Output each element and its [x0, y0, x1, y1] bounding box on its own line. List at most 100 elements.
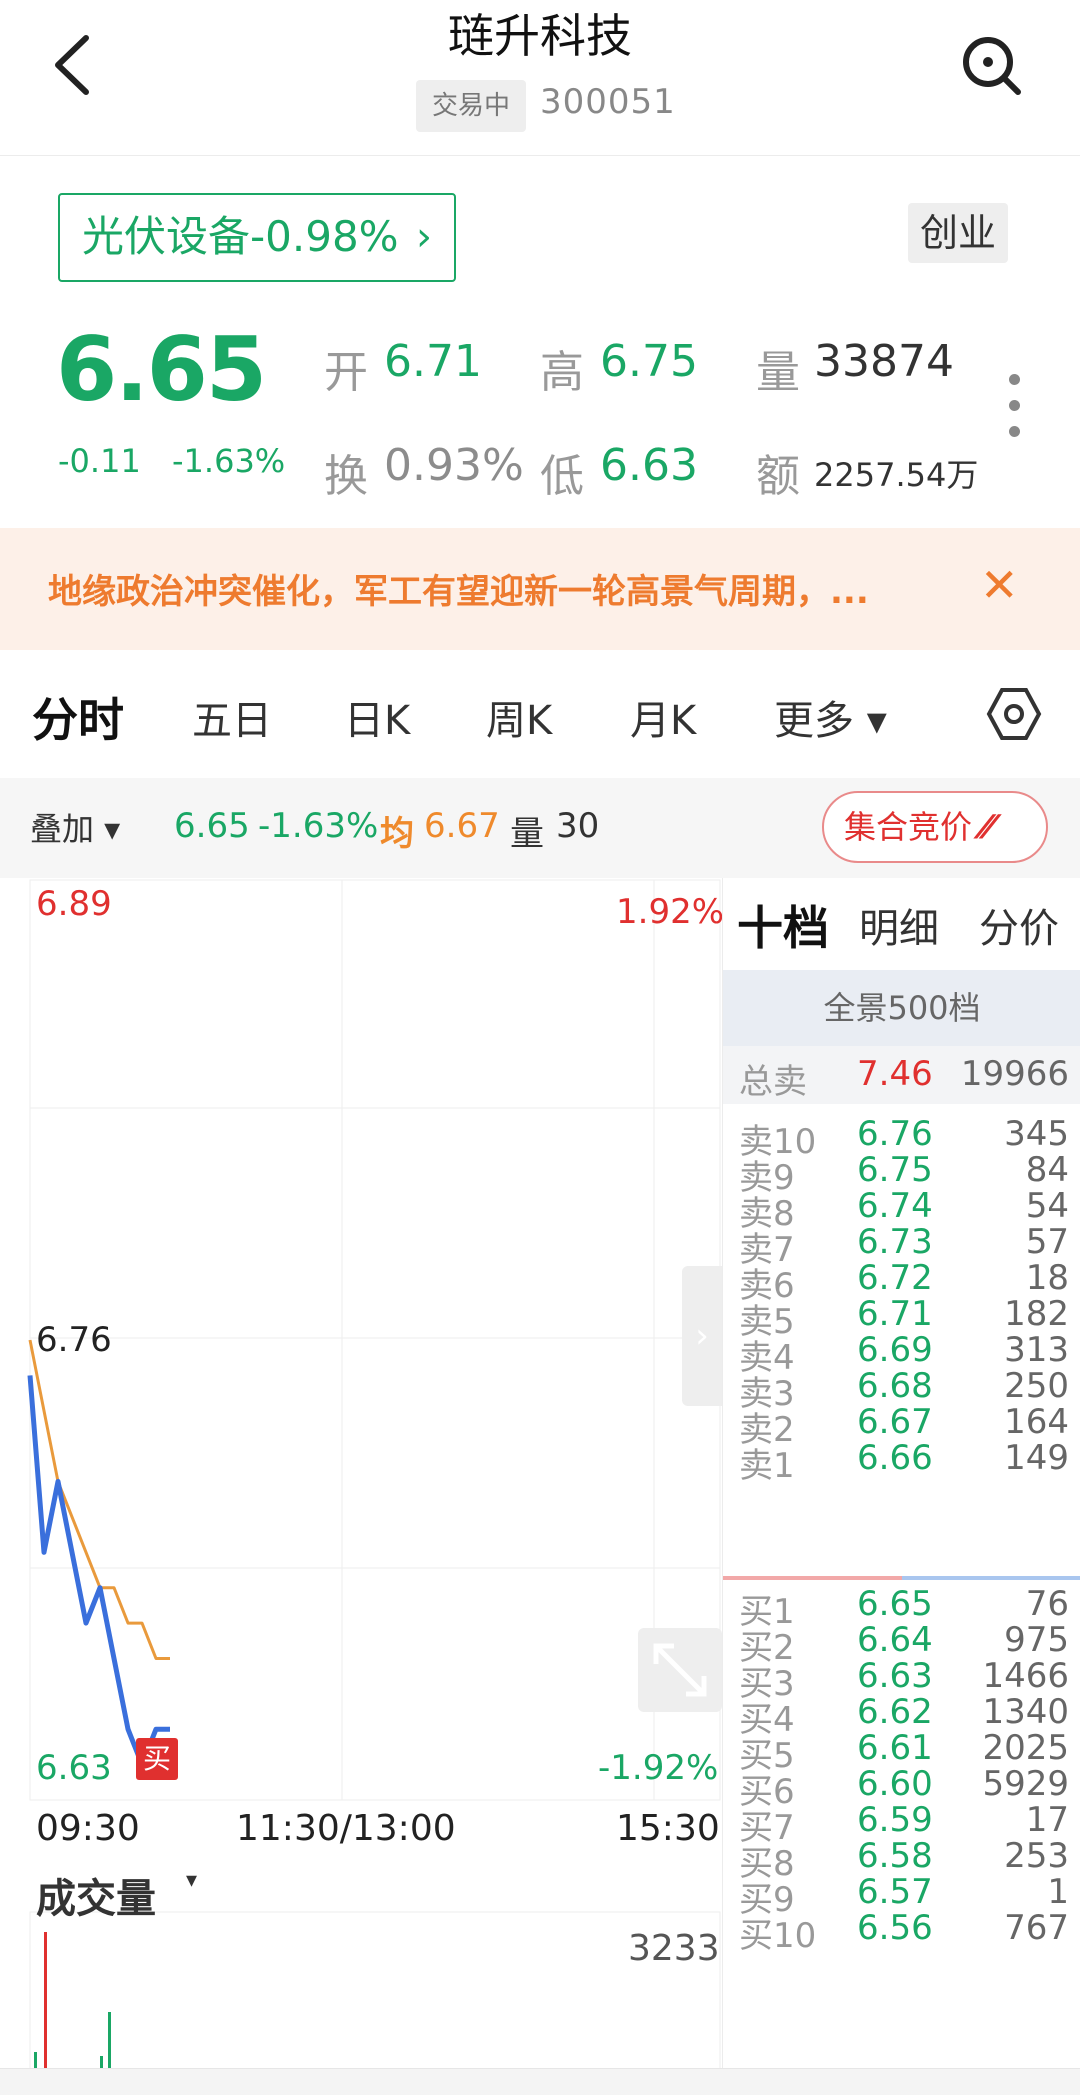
tab-more[interactable]: 更多 ▾	[774, 688, 887, 746]
high-label: 高	[540, 347, 584, 398]
top-header: 琏升科技 交易中 300051	[0, 0, 1080, 156]
chevron-right-icon: ›	[416, 214, 432, 260]
stock-code: 300051	[540, 82, 676, 122]
level-volume: 313	[1004, 1330, 1069, 1370]
tab-monthly-k[interactable]: 月K	[630, 688, 696, 746]
level-volume: 164	[1004, 1402, 1069, 1442]
level-price: 6.75	[857, 1150, 933, 1190]
news-banner[interactable]: 地缘政治冲突催化，军工有望迎新一轮高景气周期，... ✕	[0, 528, 1080, 650]
level-label: 买10	[739, 1916, 817, 1956]
sector-button[interactable]: 光伏设备-0.98% ›	[58, 193, 456, 282]
close-icon[interactable]: ✕	[980, 558, 1019, 612]
low-label: 低	[540, 451, 584, 502]
total-sell-volume: 19966	[960, 1054, 1069, 1094]
overlay-pct: -1.63%	[258, 806, 379, 846]
level-price: 6.56	[857, 1908, 933, 1948]
turnover-label: 换	[324, 451, 368, 502]
tab-price-distribution[interactable]: 分价	[979, 896, 1059, 954]
tab-five-day[interactable]: 五日	[192, 688, 272, 746]
y-axis-mid: 6.76	[36, 1320, 112, 1360]
level-price: 6.62	[857, 1692, 933, 1732]
level-volume: 149	[1004, 1438, 1069, 1478]
chart-period-tabs: 分时 五日 日K 周K 月K 更多 ▾	[0, 650, 1080, 778]
level-volume: 54	[1025, 1186, 1069, 1226]
volume-dropdown-icon[interactable]: ▾	[186, 1868, 197, 1893]
level-volume: 2025	[982, 1728, 1069, 1768]
level-label: 卖1	[739, 1446, 795, 1486]
total-sell-price: 7.46	[857, 1054, 933, 1094]
level-price: 6.76	[857, 1114, 933, 1154]
tab-details[interactable]: 明细	[859, 896, 939, 954]
call-auction-button[interactable]: 集合竞价 ⁄⁄	[822, 791, 1048, 863]
level-volume: 1466	[982, 1656, 1069, 1696]
total-sell-row: 总卖 7.46 19966	[723, 1046, 1080, 1104]
open-value: 6.71	[384, 336, 482, 387]
tab-ten-levels[interactable]: 十档	[737, 892, 829, 958]
fullscreen-expand-icon[interactable]	[638, 1628, 722, 1712]
low-value: 6.63	[600, 440, 698, 491]
amount-value: 2257.54万	[814, 456, 979, 494]
level-volume: 57	[1025, 1222, 1069, 1262]
level-price: 6.67	[857, 1402, 933, 1442]
level-volume: 84	[1025, 1150, 1069, 1190]
tab-daily-k[interactable]: 日K	[344, 688, 410, 746]
overlay-price: 6.65	[174, 806, 250, 846]
level-volume: 76	[1025, 1584, 1069, 1624]
level-price: 6.71	[857, 1294, 933, 1334]
bid-ask-divider	[723, 1576, 1080, 1580]
board-badge: 创业	[908, 203, 1008, 263]
auction-label: 集合竞价	[844, 808, 973, 846]
level-price: 6.68	[857, 1366, 933, 1406]
total-sell-label: 总卖	[739, 1062, 807, 1102]
level-volume: 18	[1025, 1258, 1069, 1298]
order-book-panel: 十档 明细 分价 全景500档 总卖 7.46 19966 卖10 6.76 345…	[722, 878, 1080, 2095]
turnover-value: 0.93%	[384, 440, 524, 491]
level-volume: 767	[1004, 1908, 1069, 1948]
y-axis-bottom: 6.63	[36, 1748, 112, 1788]
level-volume: 250	[1004, 1366, 1069, 1406]
trading-status-badge: 交易中	[416, 80, 526, 132]
overlay-vol-value: 30	[556, 806, 600, 846]
bid-row[interactable]: 买10 6.56 767	[723, 1908, 1080, 1956]
avg-label: 均	[380, 814, 414, 854]
level-volume: 5929	[982, 1764, 1069, 1804]
level-price: 6.72	[857, 1258, 933, 1298]
panel-toggle-chevron-icon[interactable]: ›	[682, 1266, 722, 1406]
banner-text: 地缘政治冲突催化，军工有望迎新一轮高景气周期，...	[48, 572, 869, 612]
bottom-bar	[0, 2068, 1080, 2095]
auction-icon: ⁄⁄	[982, 808, 993, 846]
volume-title: 成交量	[36, 1876, 156, 1922]
level-price: 6.65	[857, 1584, 933, 1624]
pct-axis-top: 1.92%	[616, 892, 725, 932]
x-axis-start: 09:30	[36, 1808, 140, 1849]
panorama-500-button[interactable]: 全景500档	[723, 970, 1080, 1046]
x-axis-end: 15:30	[616, 1808, 720, 1849]
buy-marker[interactable]: 买	[136, 1738, 178, 1780]
search-icon[interactable]	[956, 30, 1026, 100]
x-axis-mid: 11:30/13:00	[236, 1808, 456, 1849]
current-price: 6.65	[56, 318, 267, 421]
avg-value: 6.67	[424, 806, 500, 846]
tab-intraday[interactable]: 分时	[32, 684, 124, 750]
volume-value: 33874	[814, 336, 954, 387]
y-axis-top: 6.89	[36, 884, 112, 924]
intraday-chart[interactable]: 6.89 6.76 6.63 1.92% -1.92% 09:30 11:30/…	[0, 878, 725, 2095]
level-price: 6.63	[857, 1656, 933, 1696]
ask-row[interactable]: 卖1 6.66 149	[723, 1438, 1080, 1486]
level-price: 6.64	[857, 1620, 933, 1660]
level-volume: 1340	[982, 1692, 1069, 1732]
tab-weekly-k[interactable]: 周K	[486, 688, 552, 746]
level-price: 6.60	[857, 1764, 933, 1804]
price-line	[27, 1375, 170, 1768]
average-price-line	[28, 1339, 170, 1660]
overlay-bar: 叠加 ▾ 6.65 -1.63% 均 6.67 量 30 集合竞价 ⁄⁄	[0, 778, 1080, 878]
more-vertical-icon[interactable]	[1000, 372, 1030, 442]
overlay-dropdown[interactable]: 叠加 ▾	[30, 804, 120, 850]
level-price: 6.66	[857, 1438, 933, 1478]
level-volume: 17	[1025, 1800, 1069, 1840]
level-volume: 253	[1004, 1836, 1069, 1876]
settings-hexagon-icon[interactable]	[986, 686, 1042, 742]
price-change: -0.11	[58, 442, 141, 480]
level-volume: 345	[1004, 1114, 1069, 1154]
level-price: 6.73	[857, 1222, 933, 1262]
